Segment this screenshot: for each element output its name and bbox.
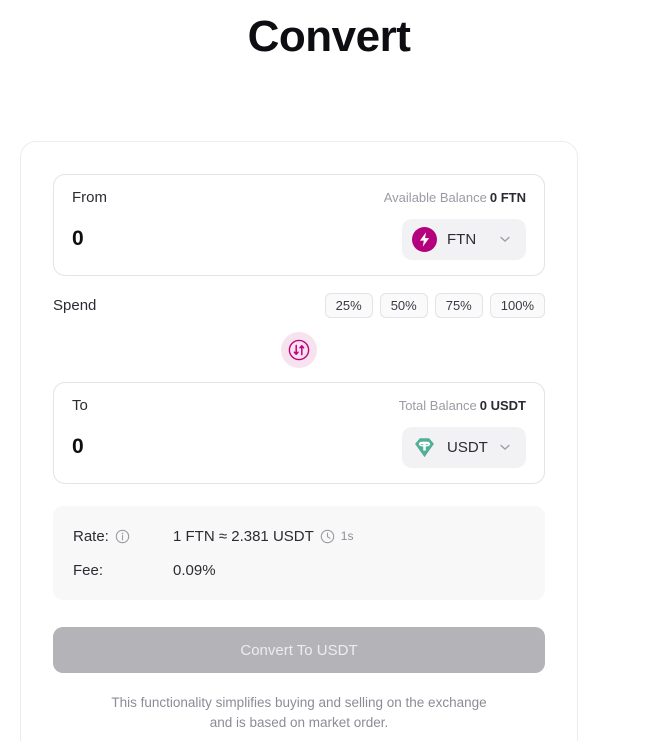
from-label: From [72, 189, 107, 206]
swap-direction-button[interactable] [281, 332, 317, 368]
from-header: From Available Balance 0 FTN [72, 189, 526, 211]
from-balance-label: Available Balance [383, 190, 487, 205]
from-token-selector[interactable]: FTN [402, 218, 526, 260]
percent-button-25[interactable]: 25% [324, 293, 373, 318]
clock-icon [320, 529, 335, 543]
rate-key-wrap: Rate: [73, 528, 173, 545]
rate-value: 1 FTN ≈ 2.381 USDT [173, 527, 314, 545]
to-balance-value: 0 USDT [479, 398, 526, 413]
to-token-selector[interactable]: USDT [402, 426, 526, 468]
convert-page: Convert From Available Balance0 FTN FTN [0, 0, 658, 741]
from-exchange-box: From Available Balance0 FTN FTN [53, 174, 545, 276]
from-body: FTN [72, 218, 526, 260]
usdt-token-icon [415, 437, 434, 457]
to-amount-input[interactable] [72, 435, 302, 459]
page-title: Convert [247, 12, 411, 61]
rate-line: Rate: 1 FTN ≈ 2.381 USDT 1s [73, 524, 525, 548]
rate-panel: Rate: 1 FTN ≈ 2.381 USDT 1s Fee: 0.09% [53, 506, 545, 600]
spend-label: Spend [53, 297, 97, 314]
from-balance-value: 0 FTN [489, 190, 526, 205]
from-token-symbol: FTN [447, 230, 477, 248]
percent-button-75[interactable]: 75% [434, 293, 483, 318]
percent-button-50[interactable]: 50% [379, 293, 428, 318]
to-balance-label: Total Balance [398, 398, 477, 413]
chevron-down-icon [500, 444, 510, 450]
convert-submit-button[interactable]: Convert To USDT [53, 627, 545, 673]
percent-button-group: 25% 50% 75% 100% [324, 293, 545, 318]
to-body: USDT [72, 426, 526, 468]
convert-card: From Available Balance0 FTN FTN [20, 141, 578, 741]
to-token-symbol: USDT [447, 438, 488, 456]
ftn-token-icon [412, 226, 437, 252]
to-balance: Total Balance 0 USDT [399, 398, 526, 413]
from-balance: Available Balance 0 FTN [384, 190, 526, 205]
footer-note: This functionality simplifies buying and… [111, 695, 487, 730]
chevron-down-icon [500, 236, 510, 242]
fee-key-wrap: Fee: [73, 562, 173, 579]
to-exchange-box: To Total Balance0 USDT USDT [53, 382, 545, 484]
fee-value: 0.09% [173, 561, 216, 579]
swap-vertical-icon [288, 339, 310, 361]
spend-row: Spend 25% 50% 75% 100% [53, 293, 545, 318]
rate-value-wrap: 1 FTN ≈ 2.381 USDT 1s [173, 528, 353, 545]
fee-line: Fee: 0.09% [73, 558, 525, 582]
to-label: To [72, 397, 88, 414]
percent-button-100[interactable]: 100% [489, 293, 545, 318]
rate-timer-value: 1s [340, 529, 354, 543]
rate-key-label: Rate: [73, 527, 109, 545]
to-header: To Total Balance 0 USDT [72, 397, 526, 419]
fee-value-wrap: 0.09% [173, 562, 216, 579]
fee-key-label: Fee: [73, 561, 104, 579]
swap-row [53, 332, 545, 368]
info-circle-icon[interactable] [115, 529, 130, 544]
from-amount-input[interactable] [72, 227, 302, 251]
